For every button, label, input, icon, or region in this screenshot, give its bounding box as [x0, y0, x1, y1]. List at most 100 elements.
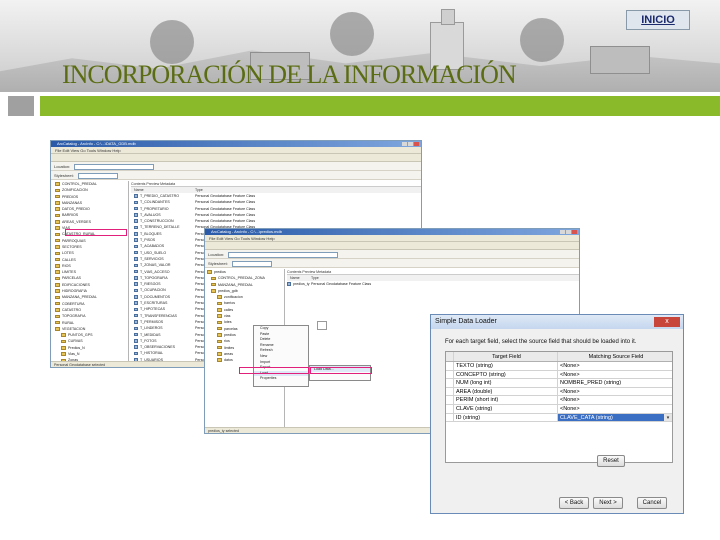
col-name-header[interactable]: Name	[287, 276, 300, 280]
field-mapping-row[interactable]: PERIM (short int) <None>	[446, 396, 672, 405]
table-icon	[134, 332, 138, 337]
source-field-value: <None>	[560, 388, 580, 395]
folder-icon	[55, 207, 60, 211]
folder-icon	[55, 308, 60, 312]
field-mapping-row[interactable]: AREA (double) <None>	[446, 387, 672, 397]
banner-house	[590, 46, 650, 74]
close-icon[interactable]	[572, 230, 577, 234]
row-name: T_TRANSFERENCIAS	[140, 313, 177, 318]
table-icon	[134, 301, 138, 305]
catalog-tree[interactable]: CONTROL_PREDIAL ZONIFICACION PREDIOS MANZAN…	[51, 181, 129, 367]
location-row: Location:	[205, 250, 579, 259]
folder-icon	[55, 264, 60, 268]
location-input[interactable]	[228, 251, 339, 258]
minimize-icon[interactable]	[560, 230, 565, 234]
chevron-down-icon[interactable]: ▾	[664, 413, 672, 422]
next-button[interactable]: Next >	[593, 497, 623, 509]
source-field-select[interactable]: <None>	[558, 371, 672, 379]
row-name: T_ACABADOS	[140, 244, 165, 249]
tree-item-label: parcelas	[224, 326, 238, 331]
tree-item-label: zonificacion	[224, 295, 243, 300]
location-input[interactable]	[74, 163, 155, 170]
list-item[interactable]: predios_ty Personal Geodatabase Feature …	[287, 281, 579, 287]
field-mapping-grid: Target Field Matching Source Field TEXTO…	[445, 351, 673, 464]
tree-item-label: predios	[214, 270, 226, 274]
folder-icon	[55, 295, 60, 300]
tree-item-label: ZONIFICACION	[62, 188, 88, 193]
stylesheet-select[interactable]	[77, 172, 118, 179]
row-name: T_TOPOGRAFIA	[140, 275, 168, 280]
tree-item-label: MANZANA_PREDIAL	[62, 295, 97, 300]
tree-item-label: CONTROL_PREDIAL_ZONA	[218, 276, 265, 281]
close-icon[interactable]: x	[654, 317, 680, 327]
row-name: predios_ty	[293, 282, 310, 286]
row-name: T_PROPIETARIO	[140, 206, 169, 211]
table-icon	[134, 295, 138, 299]
tree-item-label: PUNTOS_GPS	[68, 333, 93, 338]
menu-bar[interactable]: File Edit View Go Tools Window Help	[51, 147, 421, 154]
reset-button[interactable]: Reset	[597, 455, 625, 467]
field-mapping-row[interactable]: TEXTO (string) <None>	[446, 362, 672, 371]
row-name: T_HIPOTECAS	[140, 307, 165, 312]
grid-header: Target Field Matching Source Field	[446, 352, 672, 362]
close-icon[interactable]	[414, 142, 419, 146]
row-name: T_COLINDANTES	[140, 200, 170, 205]
source-field-select[interactable]: <None>	[558, 388, 672, 396]
col-name-header[interactable]: Name	[131, 188, 144, 192]
tree-item-label: Predios_N	[68, 345, 85, 350]
folder-icon	[55, 301, 60, 306]
source-field-select[interactable]: <None>	[558, 405, 672, 413]
tree-item-label: lotes	[224, 320, 232, 325]
stylesheet-select[interactable]	[231, 260, 272, 267]
folder-icon	[217, 326, 222, 331]
row-indicator	[446, 413, 454, 422]
field-mapping-row[interactable]: CONCEPTO (string) <None>	[446, 370, 672, 380]
toolbar[interactable]	[205, 242, 579, 250]
source-field-select[interactable]: <None>	[558, 396, 672, 404]
back-button[interactable]: < Back	[559, 497, 589, 509]
tree-item-label: CALLES	[62, 257, 76, 262]
source-field-select[interactable]: CLAVE_CATA (string) ▾	[558, 413, 672, 422]
toolbar[interactable]	[51, 154, 421, 162]
row-name: T_FOTOS	[140, 338, 157, 343]
folder-icon	[217, 352, 222, 356]
source-field-select[interactable]: <None>	[558, 362, 672, 370]
folder-icon	[55, 194, 60, 199]
source-field-value: <None>	[560, 371, 580, 378]
folder-icon	[217, 345, 222, 350]
menu-bar[interactable]: File Edit View Go Tools Window Help	[205, 235, 579, 242]
tree-item-label: DATOS_PREDIO	[62, 207, 90, 212]
field-mapping-row[interactable]: NUM (long int) NOMBRE_PRED (string)	[446, 379, 672, 388]
table-icon	[134, 307, 138, 312]
context-menu-item[interactable]: Properties	[254, 376, 308, 382]
inicio-link[interactable]: INICIO	[626, 10, 690, 30]
row-indicator	[446, 370, 454, 379]
tree-item-label: PARCELAS	[62, 276, 81, 281]
table-icon	[134, 339, 138, 343]
row-name: T_ZONAS_VALOR	[140, 263, 171, 268]
minimize-icon[interactable]	[402, 142, 407, 146]
folder-icon	[211, 276, 216, 281]
row-name: T_ESCRITURAS	[140, 301, 168, 306]
folder-icon	[217, 295, 222, 299]
row-name: T_PISOS	[140, 238, 156, 243]
table-icon	[134, 213, 138, 217]
highlight-box	[310, 367, 372, 374]
table-icon	[134, 219, 138, 223]
source-field-select[interactable]: NOMBRE_PRED (string)	[558, 379, 672, 387]
maximize-icon[interactable]	[408, 142, 413, 146]
cancel-button[interactable]: Cancel	[637, 497, 667, 509]
folder-icon	[61, 333, 66, 337]
folder-icon	[55, 257, 60, 262]
folder-icon	[55, 226, 60, 230]
row-name: T_MEDIDAS	[140, 332, 161, 337]
tree-item-label: predios	[224, 332, 236, 337]
context-menu[interactable]: Copy Paste Delete Rename Refresh New Import Exp…	[253, 325, 309, 387]
row-name: T_PREDIO_CATASTRO	[140, 194, 180, 198]
row-name: T_LINDEROS	[140, 326, 163, 331]
tree-item-label: AREAS_VERDES	[62, 219, 91, 224]
field-mapping-row[interactable]: CLAVE (string) <None>	[446, 404, 672, 414]
table-icon	[134, 194, 138, 198]
maximize-icon[interactable]	[566, 230, 571, 234]
field-mapping-row[interactable]: ID (string) CLAVE_CATA (string) ▾	[446, 413, 672, 423]
